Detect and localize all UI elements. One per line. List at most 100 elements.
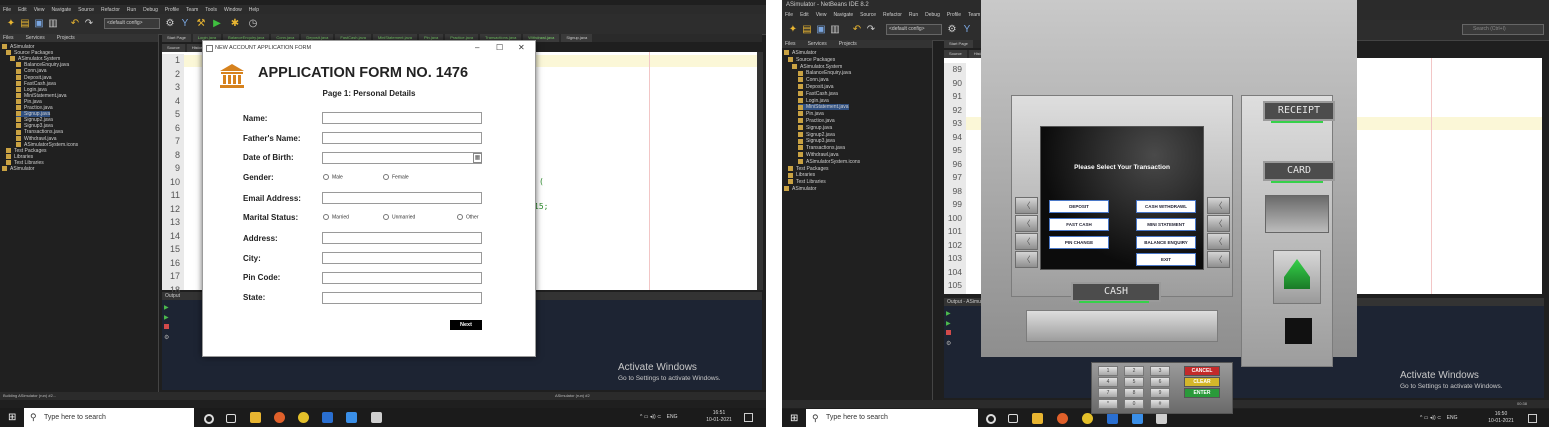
tree-item[interactable]: ASimulator bbox=[2, 166, 34, 172]
cortana-icon[interactable] bbox=[986, 414, 996, 424]
city-field[interactable] bbox=[322, 252, 482, 264]
tree-item[interactable]: Login.java bbox=[798, 98, 829, 104]
profile-icon[interactable]: ◷ bbox=[248, 19, 258, 29]
tree-item[interactable]: FastCash.java bbox=[798, 91, 838, 97]
save-icon[interactable]: ▣ bbox=[816, 25, 826, 35]
tree-item[interactable]: Signup.java bbox=[798, 125, 832, 131]
menu-item[interactable]: Profile bbox=[165, 7, 179, 13]
save-all-icon[interactable]: ▥ bbox=[830, 25, 840, 35]
clock[interactable]: 16:50 10-01-2021 bbox=[1486, 411, 1516, 425]
tree-item[interactable]: Test Packages bbox=[788, 166, 829, 172]
run-again-icon[interactable]: ▶ bbox=[164, 314, 169, 321]
close-icon[interactable]: ✕ bbox=[518, 43, 525, 52]
tree-item[interactable]: Test Libraries bbox=[6, 160, 44, 166]
build-icon[interactable]: ⚒ bbox=[196, 19, 206, 29]
editor-tab[interactable]: Signup.java bbox=[561, 34, 593, 42]
clean-icon[interactable]: Y bbox=[180, 19, 190, 29]
firefox-icon[interactable] bbox=[1057, 413, 1068, 424]
menu-item[interactable]: Window bbox=[224, 7, 242, 13]
editor-tab[interactable]: Source bbox=[162, 44, 185, 52]
right-side-key[interactable]: 〈 bbox=[1207, 251, 1230, 268]
menu-item[interactable]: View bbox=[816, 12, 827, 18]
deposit-button[interactable]: DEPOSIT bbox=[1049, 200, 1109, 213]
tree-item[interactable]: Test Libraries bbox=[788, 179, 826, 185]
netbeans-icon[interactable] bbox=[1156, 413, 1167, 424]
undo-icon[interactable]: ↶ bbox=[852, 25, 862, 35]
app-icon[interactable] bbox=[1132, 413, 1143, 424]
enter-key[interactable]: ENTER bbox=[1184, 388, 1220, 398]
chrome-icon[interactable] bbox=[298, 412, 309, 423]
tree-item[interactable]: Conn.java bbox=[16, 68, 47, 74]
tree-item[interactable]: Withdrawl.java bbox=[16, 136, 57, 142]
tree-item[interactable]: Deposit.java bbox=[16, 75, 52, 81]
tree-item[interactable]: Pin.java bbox=[16, 99, 42, 105]
firefox-icon[interactable] bbox=[274, 412, 285, 423]
file-explorer-icon[interactable] bbox=[250, 412, 261, 423]
panel-tab[interactable]: Projects bbox=[839, 41, 857, 47]
tree-item[interactable]: Source Packages bbox=[788, 57, 835, 63]
language-indicator[interactable]: ENG bbox=[1447, 415, 1458, 421]
marital-married-radio[interactable]: Married bbox=[323, 214, 349, 220]
task-view-icon[interactable] bbox=[1008, 414, 1018, 423]
dob-field[interactable] bbox=[322, 152, 482, 164]
panel-tab[interactable]: Files bbox=[785, 41, 796, 47]
settings-icon[interactable]: ⚙ bbox=[947, 25, 957, 35]
notification-icon[interactable] bbox=[744, 413, 753, 422]
tree-item[interactable]: Pin.java bbox=[798, 111, 824, 117]
tree-item[interactable]: Test Packages bbox=[6, 148, 47, 154]
rerun-icon[interactable]: ▶ bbox=[946, 310, 951, 317]
keypad-key[interactable]: * bbox=[1098, 399, 1118, 409]
run-icon[interactable]: ▶ bbox=[212, 19, 222, 29]
panel-tab[interactable]: Projects bbox=[57, 35, 75, 41]
tree-item[interactable]: Transactions.java bbox=[798, 145, 845, 151]
save-icon[interactable]: ▣ bbox=[34, 19, 44, 29]
tree-item[interactable]: ASimulatorSystem.icons bbox=[16, 142, 78, 148]
open-folder-icon[interactable]: ▤ bbox=[802, 25, 812, 35]
menu-item[interactable]: Team bbox=[968, 12, 980, 18]
maximize-icon[interactable]: ☐ bbox=[496, 43, 503, 52]
name-field[interactable] bbox=[322, 112, 482, 124]
cash-withdrawl-button[interactable]: CASH WITHDRAWL bbox=[1136, 200, 1196, 213]
pin-code-field[interactable] bbox=[322, 272, 482, 284]
new-project-icon[interactable]: ✦ bbox=[6, 19, 16, 29]
tree-item[interactable]: Deposit.java bbox=[798, 84, 834, 90]
save-all-icon[interactable]: ▥ bbox=[48, 19, 58, 29]
keypad-key[interactable]: # bbox=[1150, 399, 1170, 409]
clean-icon[interactable]: Y bbox=[962, 25, 972, 35]
fast-cash-button[interactable]: FAST CASH bbox=[1049, 218, 1109, 231]
rerun-icon[interactable]: ▶ bbox=[164, 304, 169, 311]
tree-item[interactable]: Signup3.java bbox=[798, 138, 835, 144]
taskbar-search[interactable]: ⚲ Type here to search bbox=[24, 408, 194, 427]
stop-icon[interactable] bbox=[946, 330, 951, 335]
tree-item[interactable]: ASimulator.System bbox=[792, 64, 842, 70]
tree-item[interactable]: Practice.java bbox=[798, 118, 835, 124]
clear-key[interactable]: CLEAR bbox=[1184, 377, 1220, 387]
tree-item[interactable]: Signup2.java bbox=[798, 132, 835, 138]
keypad-key[interactable]: 3 bbox=[1150, 366, 1170, 376]
keypad-key[interactable]: 1 bbox=[1098, 366, 1118, 376]
config-select[interactable]: <default config> bbox=[886, 24, 942, 35]
keypad-key[interactable]: 8 bbox=[1124, 388, 1144, 398]
clock[interactable]: 16:51 10-01-2021 bbox=[704, 410, 734, 424]
marital-unmarried-radio[interactable]: Unmarried bbox=[383, 214, 415, 220]
tree-item[interactable]: MiniStatement.java bbox=[16, 93, 67, 99]
menu-item[interactable]: Source bbox=[78, 7, 94, 13]
menu-item[interactable]: Help bbox=[249, 7, 259, 13]
state-field[interactable] bbox=[322, 292, 482, 304]
menu-item[interactable]: Edit bbox=[800, 12, 809, 18]
mini-statement-button[interactable]: MINI STATEMENT bbox=[1136, 218, 1196, 231]
menu-item[interactable]: File bbox=[3, 7, 11, 13]
menu-item[interactable]: Debug bbox=[925, 12, 940, 18]
tree-item[interactable]: BalanceEnquiry.java bbox=[798, 70, 851, 76]
left-side-key[interactable]: 〈 bbox=[1015, 215, 1038, 232]
tree-item[interactable]: FastCash.java bbox=[16, 81, 56, 87]
settings-icon[interactable]: ⚙ bbox=[946, 340, 951, 347]
editor-scrollbar[interactable] bbox=[757, 52, 763, 290]
menu-item[interactable]: Refactor bbox=[101, 7, 120, 13]
tree-item[interactable]: Login.java bbox=[16, 87, 47, 93]
keypad-key[interactable]: 5 bbox=[1124, 377, 1144, 387]
windows-start-icon[interactable]: ⊞ bbox=[790, 413, 801, 424]
app-icon[interactable] bbox=[346, 412, 357, 423]
panel-tab[interactable]: Files bbox=[3, 35, 14, 41]
left-side-key[interactable]: 〈 bbox=[1015, 251, 1038, 268]
